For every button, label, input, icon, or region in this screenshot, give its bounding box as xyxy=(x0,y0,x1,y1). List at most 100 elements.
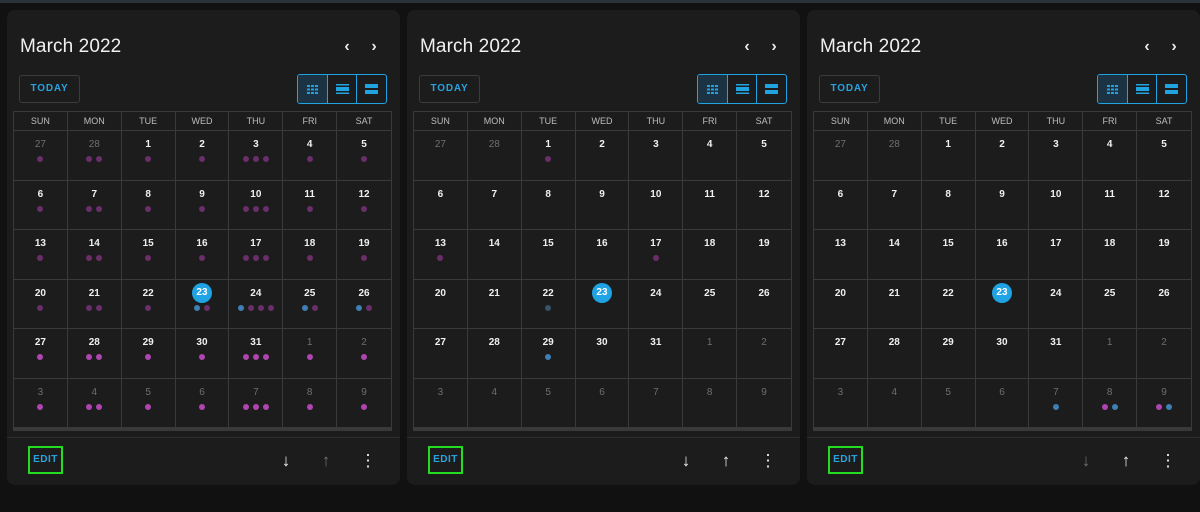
day-cell[interactable]: 3 xyxy=(414,378,468,428)
day-cell[interactable]: 29 xyxy=(521,329,576,379)
day-cell[interactable]: 8 xyxy=(283,378,338,428)
day-cell[interactable]: 5 xyxy=(337,131,391,181)
day-cell[interactable]: 8 xyxy=(521,180,576,230)
day-cell[interactable]: 28 xyxy=(867,329,922,379)
day-cell[interactable]: 21 xyxy=(467,279,522,329)
day-cell[interactable]: 23 xyxy=(975,279,1030,329)
day-cell[interactable]: 1 xyxy=(1083,329,1138,379)
day-cell[interactable]: 20 xyxy=(414,279,468,329)
day-cell[interactable]: 30 xyxy=(975,329,1030,379)
next-month-button[interactable]: › xyxy=(764,36,784,58)
day-cell[interactable]: 26 xyxy=(337,280,391,329)
day-cell[interactable]: 13 xyxy=(814,230,868,280)
day-cell[interactable]: 4 xyxy=(867,378,922,428)
day-cell[interactable]: 17 xyxy=(1029,230,1084,280)
day-cell[interactable]: 30 xyxy=(575,329,630,379)
day-cell[interactable]: 28 xyxy=(67,131,122,181)
day-cell[interactable]: 5 xyxy=(737,131,791,181)
more-options-button[interactable]: ⋮ xyxy=(359,451,377,471)
day-cell[interactable]: 9 xyxy=(975,180,1030,230)
day-cell[interactable]: 19 xyxy=(737,230,791,280)
day-cell[interactable]: 3 xyxy=(1029,131,1084,181)
day-cell[interactable]: 2 xyxy=(737,329,791,379)
day-cell[interactable]: 5 xyxy=(1137,131,1191,181)
day-cell[interactable]: 28 xyxy=(467,329,522,379)
day-cell[interactable]: 11 xyxy=(683,180,738,230)
day-cell[interactable]: 22 xyxy=(521,279,576,329)
move-up-button[interactable]: ↑ xyxy=(1117,451,1135,471)
move-down-button[interactable]: ↓ xyxy=(1077,451,1095,471)
day-cell[interactable]: 27 xyxy=(414,329,468,379)
day-cell[interactable]: 15 xyxy=(521,230,576,280)
day-cell[interactable]: 29 xyxy=(121,329,176,379)
day-cell[interactable]: 3 xyxy=(814,378,868,428)
day-cell[interactable]: 13 xyxy=(414,230,468,280)
day-cell[interactable]: 18 xyxy=(283,230,338,280)
day-cell[interactable]: 11 xyxy=(1083,180,1138,230)
day-cell[interactable]: 1 xyxy=(283,329,338,379)
day-cell[interactable]: 16 xyxy=(175,230,230,280)
day-cell[interactable]: 10 xyxy=(629,180,684,230)
prev-month-button[interactable]: ‹ xyxy=(1137,36,1157,58)
day-cell[interactable]: 26 xyxy=(737,280,791,329)
move-up-button[interactable]: ↑ xyxy=(717,451,735,471)
week-view-button[interactable] xyxy=(728,75,758,103)
day-cell[interactable]: 1 xyxy=(521,131,576,181)
day-cell[interactable]: 25 xyxy=(1083,279,1138,329)
day-cell[interactable]: 20 xyxy=(14,279,68,329)
day-cell[interactable]: 6 xyxy=(575,378,630,428)
move-down-button[interactable]: ↓ xyxy=(677,451,695,471)
day-cell[interactable]: 7 xyxy=(867,180,922,230)
day-cell[interactable]: 19 xyxy=(337,230,391,280)
day-cell[interactable]: 27 xyxy=(814,131,868,181)
month-view-button[interactable] xyxy=(698,75,728,103)
day-cell[interactable]: 2 xyxy=(337,329,391,379)
day-cell[interactable]: 4 xyxy=(1083,131,1138,181)
day-cell[interactable]: 17 xyxy=(629,230,684,280)
edit-button[interactable]: EDIT xyxy=(428,446,463,474)
day-cell[interactable]: 12 xyxy=(1137,181,1191,230)
day-cell[interactable]: 21 xyxy=(67,279,122,329)
day-view-button[interactable] xyxy=(357,75,386,103)
today-button[interactable]: TODAY xyxy=(419,75,480,103)
move-down-button[interactable]: ↓ xyxy=(277,451,295,471)
day-cell[interactable]: 25 xyxy=(683,279,738,329)
day-cell[interactable]: 6 xyxy=(414,180,468,230)
day-cell[interactable]: 18 xyxy=(1083,230,1138,280)
day-cell[interactable]: 16 xyxy=(575,230,630,280)
day-cell[interactable]: 9 xyxy=(737,379,791,428)
day-cell[interactable]: 6 xyxy=(814,180,868,230)
day-cell[interactable]: 3 xyxy=(229,131,284,181)
day-cell[interactable]: 8 xyxy=(683,378,738,428)
edit-button[interactable]: EDIT xyxy=(28,446,63,474)
day-cell[interactable]: 24 xyxy=(229,279,284,329)
day-cell[interactable]: 10 xyxy=(229,180,284,230)
day-cell[interactable]: 3 xyxy=(14,378,68,428)
day-cell[interactable]: 7 xyxy=(67,180,122,230)
day-cell[interactable]: 10 xyxy=(1029,180,1084,230)
day-cell[interactable]: 4 xyxy=(67,378,122,428)
edit-button[interactable]: EDIT xyxy=(828,446,863,474)
day-cell[interactable]: 4 xyxy=(283,131,338,181)
day-cell[interactable]: 22 xyxy=(121,279,176,329)
more-options-button[interactable]: ⋮ xyxy=(759,451,777,471)
day-cell[interactable]: 3 xyxy=(629,131,684,181)
day-cell[interactable]: 14 xyxy=(467,230,522,280)
month-view-button[interactable] xyxy=(1098,75,1128,103)
prev-month-button[interactable]: ‹ xyxy=(737,36,757,58)
day-view-button[interactable] xyxy=(1157,75,1186,103)
day-cell[interactable]: 2 xyxy=(175,131,230,181)
day-cell[interactable]: 7 xyxy=(629,378,684,428)
day-cell[interactable]: 6 xyxy=(14,180,68,230)
day-cell[interactable]: 17 xyxy=(229,230,284,280)
day-cell[interactable]: 7 xyxy=(1029,378,1084,428)
move-up-button[interactable]: ↑ xyxy=(317,451,335,471)
next-month-button[interactable]: › xyxy=(1164,36,1184,58)
prev-month-button[interactable]: ‹ xyxy=(337,36,357,58)
day-cell[interactable]: 21 xyxy=(867,279,922,329)
day-cell[interactable]: 8 xyxy=(121,180,176,230)
day-cell[interactable]: 11 xyxy=(283,180,338,230)
day-cell[interactable]: 24 xyxy=(1029,279,1084,329)
day-cell[interactable]: 31 xyxy=(229,329,284,379)
day-cell[interactable]: 4 xyxy=(467,378,522,428)
